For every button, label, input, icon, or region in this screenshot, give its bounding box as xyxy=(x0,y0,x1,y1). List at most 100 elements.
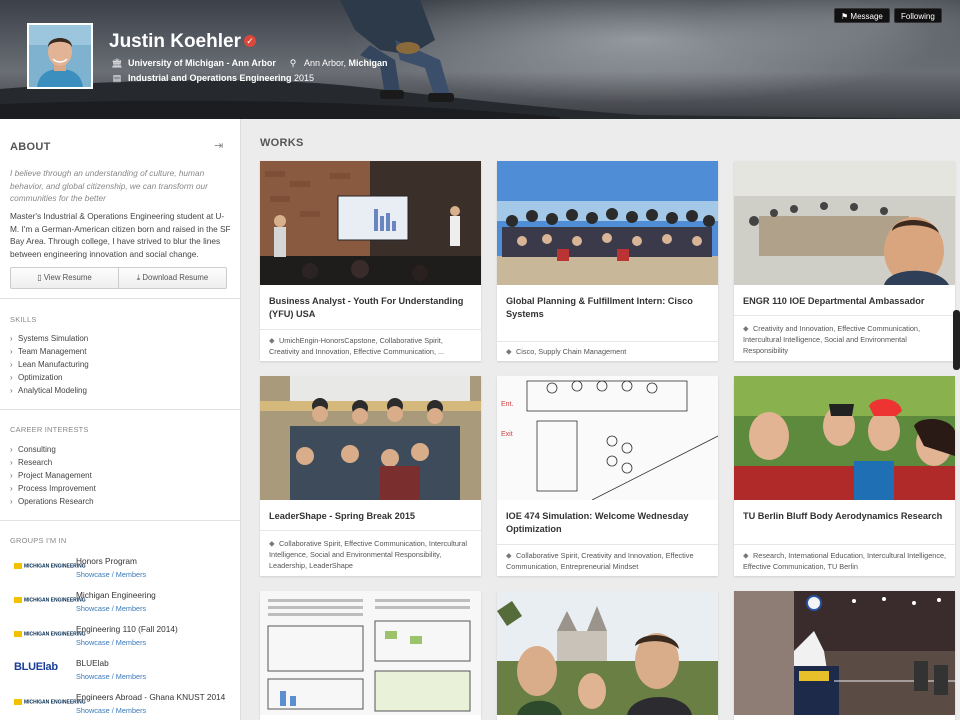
divider xyxy=(734,544,955,545)
skill-item[interactable]: Optimization xyxy=(10,371,89,384)
group-links: Showcase / Members xyxy=(76,638,147,647)
tag-icon: ⬥ xyxy=(743,324,749,333)
location-icon: ⚲ xyxy=(289,58,297,68)
group-links: Showcase / Members xyxy=(76,672,147,681)
work-card[interactable]: TU Berlin Bluff Body Aerodynamics Resear… xyxy=(734,376,955,576)
work-card[interactable] xyxy=(734,591,955,720)
group-name[interactable]: Engineering 110 (Fall 2014) xyxy=(76,624,178,634)
divider xyxy=(734,315,955,316)
collapse-icon[interactable]: ⇥ xyxy=(214,139,223,152)
message-button[interactable]: ⚑ Message xyxy=(834,8,890,23)
skill-item[interactable]: Lean Manufacturing xyxy=(10,358,89,371)
document-icon: ▯ xyxy=(37,273,42,282)
skill-item[interactable]: Systems Simulation xyxy=(10,332,89,345)
showcase-link[interactable]: Showcase xyxy=(76,638,110,647)
work-card[interactable]: LeaderShape - Spring Break 2015 ⬥ Collabo… xyxy=(260,376,481,576)
download-icon: ⤓ xyxy=(136,273,141,282)
group-name[interactable]: Michigan Engineering xyxy=(76,590,156,600)
members-link[interactable]: Members xyxy=(116,638,146,647)
university-icon: 🏛 xyxy=(111,58,123,68)
about-title: ABOUT xyxy=(10,141,51,153)
career-item[interactable]: Operations Research xyxy=(10,495,96,508)
svg-text:Ent.: Ent. xyxy=(501,401,514,408)
view-resume-button[interactable]: ▯ View Resume xyxy=(11,268,118,288)
michigan-engineering-logo: MICHIGAN ENGINEERING xyxy=(14,699,86,705)
work-card[interactable]: Ent. Exit IOE 474 Simulation: Welcome Wed… xyxy=(497,376,718,576)
divider xyxy=(497,544,718,545)
divider xyxy=(260,329,481,330)
work-title[interactable]: LeaderShape - Spring Break 2015 xyxy=(269,510,474,523)
divider xyxy=(0,298,240,299)
group-name[interactable]: Engineers Abroad - Ghana KNUST 2014 xyxy=(76,692,225,702)
download-resume-button[interactable]: ⤓ Download Resume xyxy=(118,268,226,288)
work-tags: ⬥ Research, International Education, Inte… xyxy=(743,551,947,571)
members-link[interactable]: Members xyxy=(116,672,146,681)
skill-item[interactable]: Analytical Modeling xyxy=(10,384,89,397)
career-item[interactable]: Research xyxy=(10,456,96,469)
profile-location: ⚲ Ann Arbor, Michigan xyxy=(287,58,388,69)
divider xyxy=(260,530,481,531)
career-item[interactable]: Consulting xyxy=(10,443,96,456)
work-card[interactable] xyxy=(497,591,718,720)
work-card[interactable]: ENGR 110 IOE Departmental Ambassador ⬥ Cr… xyxy=(734,161,955,361)
work-title[interactable]: TU Berlin Bluff Body Aerodynamics Resear… xyxy=(743,510,948,523)
work-tags: ⬥ Collaborative Spirit, Creativity and In… xyxy=(506,551,694,571)
group-item: MICHIGAN ENGINEERING Honors Program Show… xyxy=(10,555,232,585)
showcase-link[interactable]: Showcase xyxy=(76,672,110,681)
book-icon: ▤ xyxy=(112,73,122,83)
divider xyxy=(0,409,240,410)
tag-icon: ⬥ xyxy=(506,347,512,356)
work-tags: ⬥ UmichEngin-HonorsCapstone, Collaborativ… xyxy=(269,336,445,356)
members-link[interactable]: Members xyxy=(116,706,146,715)
work-tags: ⬥ Collaborative Spirit, Effective Communi… xyxy=(269,539,468,570)
profile-program: ▤ Industrial and Operations Engineering 2… xyxy=(112,73,315,83)
following-button[interactable]: Following xyxy=(894,8,942,23)
work-card[interactable]: Global Planning & Fulfillment Intern: Ci… xyxy=(497,161,718,361)
group-name[interactable]: Honors Program xyxy=(76,556,137,566)
avatar[interactable] xyxy=(27,23,93,89)
career-item[interactable]: Process Improvement xyxy=(10,482,96,495)
michigan-engineering-logo: MICHIGAN ENGINEERING xyxy=(14,631,86,637)
about-bio: Master's Industrial & Operations Enginee… xyxy=(10,211,231,259)
work-tags: ⬥ Creativity and Innovation, Effective Co… xyxy=(743,324,920,355)
work-title[interactable]: ENGR 110 IOE Departmental Ambassador xyxy=(743,295,948,308)
tag-icon: ⬥ xyxy=(506,551,512,560)
group-links: Showcase / Members xyxy=(76,706,147,715)
group-links: Showcase / Members xyxy=(76,604,147,613)
work-image-classroom-selfie xyxy=(734,161,955,285)
group-item: BLUElab BLUElab Showcase / Members xyxy=(10,657,232,687)
divider xyxy=(497,341,718,342)
group-item: MICHIGAN ENGINEERING Engineers Abroad - … xyxy=(10,691,232,720)
work-card[interactable] xyxy=(260,591,481,720)
work-image-poster xyxy=(260,591,481,715)
members-link[interactable]: Members xyxy=(116,570,146,579)
work-title[interactable]: Business Analyst - Youth For Understandi… xyxy=(269,295,474,320)
work-tags: ⬥ Cisco, Supply Chain Management xyxy=(506,347,627,356)
work-image-castle-selfie xyxy=(497,591,718,715)
group-links: Showcase / Members xyxy=(76,570,147,579)
showcase-link[interactable]: Showcase xyxy=(76,706,110,715)
about-quote: I believe through an understanding of cu… xyxy=(10,168,208,204)
showcase-link[interactable]: Showcase xyxy=(76,604,110,613)
skills-title: SKILLS xyxy=(10,315,37,324)
work-image-group-photo xyxy=(497,161,718,285)
scrollbar[interactable] xyxy=(953,310,960,370)
group-name[interactable]: BLUElab xyxy=(76,658,109,668)
michigan-engineering-logo: MICHIGAN ENGINEERING xyxy=(14,563,86,569)
work-title[interactable]: Global Planning & Fulfillment Intern: Ci… xyxy=(506,295,711,320)
work-card[interactable]: Business Analyst - Youth For Understandi… xyxy=(260,161,481,361)
svg-text:Exit: Exit xyxy=(501,431,513,438)
showcase-link[interactable]: Showcase xyxy=(76,570,110,579)
more-tags[interactable]: ... xyxy=(438,347,444,356)
work-title[interactable]: IOE 474 Simulation: Welcome Wednesday Op… xyxy=(506,510,711,535)
members-link[interactable]: Members xyxy=(116,604,146,613)
skills-list: Systems Simulation Team Management Lean … xyxy=(10,332,89,397)
verified-icon: ✓ xyxy=(244,35,256,47)
career-list: Consulting Research Project Management P… xyxy=(10,443,96,508)
work-image-floor-plan: Ent. Exit xyxy=(497,376,718,500)
skill-item[interactable]: Team Management xyxy=(10,345,89,358)
work-image-group-photo xyxy=(260,376,481,500)
profile-name: Justin Koehler xyxy=(109,31,241,52)
sidebar: ABOUT ⇥ I believe through an understandi… xyxy=(0,119,241,720)
career-item[interactable]: Project Management xyxy=(10,469,96,482)
